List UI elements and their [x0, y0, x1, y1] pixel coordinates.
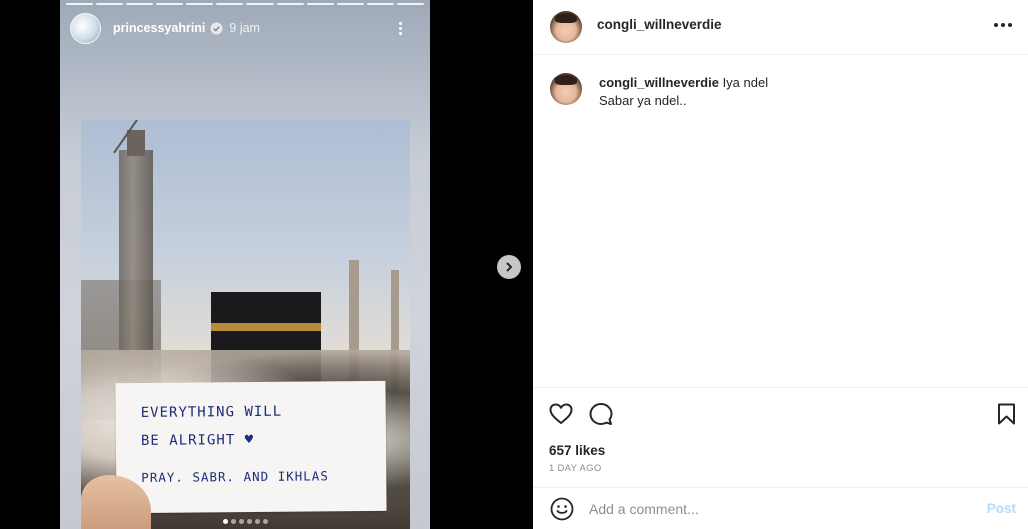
progress-segment — [96, 3, 124, 5]
kaaba-band-shape — [211, 323, 321, 331]
handwritten-note: EVERYTHING WILL BE ALRIGHT ♥ PRAY. SABR.… — [115, 380, 387, 514]
story-card[interactable]: princessyahrini 9 jam EVERYTHING WILL BE… — [60, 0, 430, 529]
note-line-2: BE ALRIGHT ♥ — [140, 431, 255, 449]
story-more-options-icon[interactable] — [390, 18, 410, 38]
progress-segment — [66, 3, 94, 5]
carousel-dot — [262, 519, 268, 524]
note-line-1: EVERYTHING WILL — [140, 403, 283, 421]
caption-text: Iya ndel — [722, 75, 769, 90]
progress-segment — [276, 3, 304, 5]
add-comment-bar: Post — [533, 487, 1028, 529]
caption-line2: Sabar ya ndel.. — [599, 93, 687, 108]
story-time: 9 jam — [229, 21, 260, 35]
post-button[interactable]: Post — [987, 501, 1016, 516]
progress-segment — [186, 3, 214, 5]
chevron-right-icon — [506, 262, 513, 272]
story-progress-bars — [66, 3, 424, 5]
carousel-dot — [230, 519, 236, 524]
story-username[interactable]: princessyahrini — [113, 21, 205, 35]
progress-segment — [336, 3, 364, 5]
progress-segment — [156, 3, 184, 5]
story-header: princessyahrini 9 jam — [70, 12, 420, 44]
progress-segment — [246, 3, 274, 5]
story-photo: EVERYTHING WILL BE ALRIGHT ♥ PRAY. SABR.… — [81, 120, 410, 529]
heart-icon[interactable] — [549, 403, 573, 425]
progress-segment — [306, 3, 334, 5]
progress-segment — [126, 3, 154, 5]
comments-area: congli_willneverdie Iya ndel Sabar ya nd… — [533, 56, 1028, 386]
carousel-dots — [60, 519, 430, 524]
post-username[interactable]: congli_willneverdie — [597, 17, 722, 32]
story-viewer-backdrop: princessyahrini 9 jam EVERYTHING WILL BE… — [0, 0, 533, 529]
caption: congli_willneverdie Iya ndel Sabar ya nd… — [599, 74, 999, 110]
carousel-dot-active — [222, 519, 228, 524]
next-button[interactable] — [497, 255, 521, 279]
emoji-icon[interactable] — [550, 497, 574, 521]
note-line-3: PRAY. SABR. AND IKHLAS — [141, 468, 329, 485]
post-header: congli_willneverdie — [533, 0, 1028, 55]
post-timestamp[interactable]: 1 DAY AGO — [549, 463, 602, 474]
comment-icon[interactable] — [589, 402, 613, 426]
verified-badge-icon — [210, 21, 223, 35]
carousel-dot — [238, 519, 244, 524]
carousel-dot — [254, 519, 260, 524]
tower-top-shape — [127, 130, 145, 156]
post-panel: congli_willneverdie congli_willneverdie … — [533, 0, 1028, 529]
bookmark-icon[interactable] — [997, 403, 1016, 425]
story-avatar[interactable] — [70, 12, 101, 44]
post-actions: 657 likes 1 DAY AGO — [533, 387, 1028, 487]
comment-input[interactable] — [589, 498, 969, 520]
carousel-dot — [246, 519, 252, 524]
progress-segment — [396, 3, 424, 5]
progress-segment — [216, 3, 244, 5]
more-options-icon[interactable] — [994, 23, 1012, 27]
caption-username[interactable]: congli_willneverdie — [599, 75, 719, 90]
likes-count[interactable]: 657 likes — [549, 443, 605, 458]
progress-segment — [366, 3, 394, 5]
avatar[interactable] — [550, 11, 582, 43]
avatar[interactable] — [550, 73, 582, 105]
